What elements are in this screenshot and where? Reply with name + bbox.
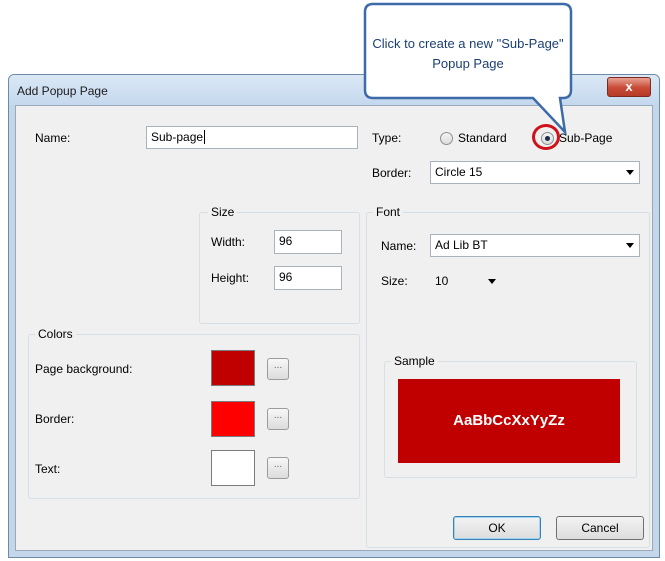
font-size-select-value: 10 [435, 274, 449, 288]
text-color-swatch[interactable] [211, 450, 255, 486]
chevron-down-icon [488, 279, 496, 284]
callout-text: Click to create a new "Sub-Page" Popup P… [372, 36, 564, 71]
height-label: Height: [211, 271, 250, 285]
sample-preview: AaBbCcXxYyZz [398, 379, 620, 463]
height-input[interactable]: 96 [274, 266, 342, 290]
width-label: Width: [211, 235, 246, 249]
border-color-swatch[interactable] [211, 401, 255, 437]
ellipsis-icon: ... [273, 410, 283, 421]
border-color-picker-button[interactable]: ... [267, 408, 289, 430]
font-group-title: Font [373, 205, 404, 219]
page-background-picker-button[interactable]: ... [267, 358, 289, 380]
font-size-select[interactable]: 10 [430, 270, 502, 293]
ok-button[interactable]: OK [453, 516, 541, 540]
colors-group [28, 334, 360, 499]
width-input[interactable]: 96 [274, 230, 342, 254]
chevron-down-icon [626, 243, 634, 248]
page-background-label: Page background: [35, 362, 133, 376]
callout-bubble [363, 2, 573, 136]
colors-group-title: Colors [35, 327, 76, 341]
text-color-picker-button[interactable]: ... [267, 457, 289, 479]
size-group-title: Size [208, 205, 238, 219]
font-size-label: Size: [381, 274, 408, 288]
cancel-button[interactable]: Cancel [556, 516, 644, 540]
ellipsis-icon: ... [273, 360, 283, 371]
ellipsis-icon: ... [273, 459, 283, 470]
font-name-select-value: Ad Lib BT [435, 238, 488, 252]
sample-group-title: Sample [391, 354, 438, 368]
font-name-select[interactable]: Ad Lib BT [430, 234, 640, 257]
font-name-label: Name: [381, 239, 417, 253]
text-color-label: Text: [35, 462, 61, 476]
height-input-value: 96 [279, 270, 293, 284]
page-background-swatch[interactable] [211, 350, 255, 386]
width-input-value: 96 [279, 234, 293, 248]
border-color-label: Border: [35, 412, 75, 426]
